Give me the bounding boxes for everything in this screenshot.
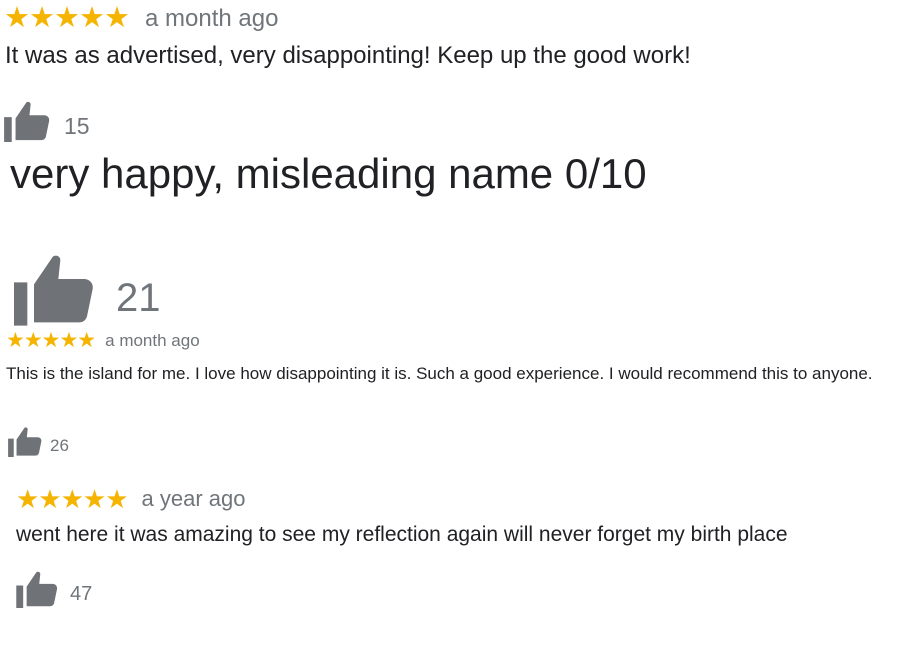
thumbs-up-icon[interactable] xyxy=(4,100,50,142)
review-1-stars-icon: ★★★★★ xyxy=(4,2,130,34)
review-1-like-button[interactable]: 15 xyxy=(4,100,90,142)
review-1-like-count: 15 xyxy=(64,113,90,139)
review-3-rating-row: ★★★★★ a month ago xyxy=(6,330,200,351)
review-1-rating-row: ★★★★★ a month ago xyxy=(4,4,278,33)
review-4-rating-row: ★★★★★ a year ago xyxy=(16,486,246,512)
review-1-text: It was as advertised, very disappointing… xyxy=(5,42,691,69)
review-4-like-count: 47 xyxy=(70,583,93,605)
review-3-stars-icon: ★★★★★ xyxy=(6,329,96,352)
thumbs-up-icon[interactable] xyxy=(8,426,42,457)
review-2-like-count: 21 xyxy=(116,276,161,320)
review-4-text: went here it was amazing to see my refle… xyxy=(16,523,788,546)
review-3-like-count: 26 xyxy=(50,436,69,455)
review-1-time: a month ago xyxy=(145,4,279,32)
review-2-like-button[interactable]: 21 xyxy=(14,252,161,326)
review-3-like-button[interactable]: 26 xyxy=(8,426,69,457)
review-4-like-button[interactable]: 47 xyxy=(16,570,92,608)
thumbs-up-icon[interactable] xyxy=(16,570,58,608)
review-3-time: a month ago xyxy=(105,330,200,350)
review-4-time: a year ago xyxy=(141,486,246,511)
review-4-stars-icon: ★★★★★ xyxy=(16,484,129,514)
review-2-text: very happy, misleading name 0/10 xyxy=(10,150,647,197)
review-3-text: This is the island for me. I love how di… xyxy=(6,364,873,383)
thumbs-up-icon[interactable] xyxy=(14,252,94,326)
